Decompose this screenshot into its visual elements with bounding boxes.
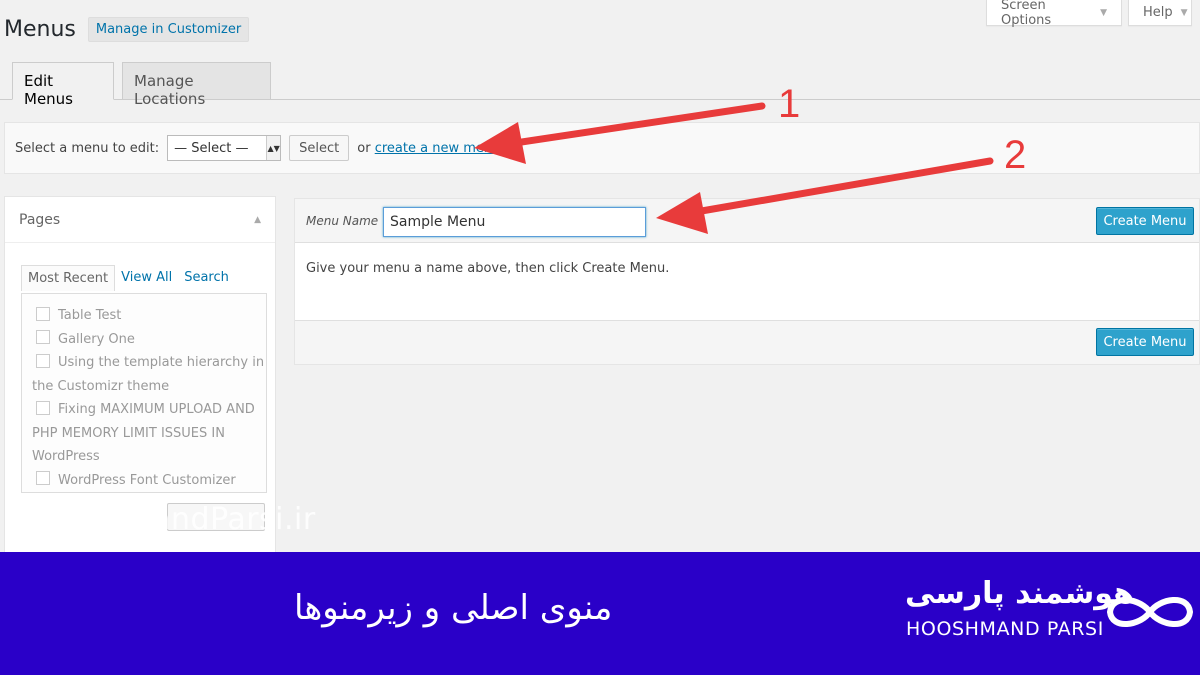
tab-manage-locations[interactable]: Manage Locations bbox=[122, 62, 271, 108]
subtab-view-all[interactable]: View All bbox=[115, 265, 178, 291]
page-item-label: the Customizr theme bbox=[32, 378, 170, 394]
checkbox[interactable] bbox=[36, 400, 50, 415]
infinity-logo-icon bbox=[1107, 597, 1193, 627]
pages-list-panel: Table Test Gallery One Using the templat… bbox=[21, 293, 267, 493]
menu-name-input[interactable] bbox=[383, 207, 646, 237]
subtab-search[interactable]: Search bbox=[178, 265, 235, 291]
list-item-continuation: PHP MEMORY LIMIT ISSUES IN bbox=[32, 422, 266, 446]
page-item-label: Using the template hierarchy in bbox=[58, 355, 265, 370]
menu-edit-header: Menu Name Create Menu bbox=[295, 199, 1199, 243]
page-title: Menus bbox=[4, 17, 76, 42]
create-menu-button-bottom[interactable]: Create Menu bbox=[1096, 328, 1194, 356]
checkbox[interactable] bbox=[36, 330, 50, 344]
annotation-number-1: 1 bbox=[778, 82, 801, 126]
brand-name-persian: هوشمند پارسی bbox=[905, 576, 1134, 611]
page-item-label: Gallery One bbox=[58, 331, 135, 347]
menu-select-value: — Select — bbox=[174, 140, 249, 156]
add-to-menu-button[interactable] bbox=[167, 503, 265, 531]
page-heading: Menus Manage in Customizer bbox=[4, 17, 250, 42]
manage-in-customizer-button[interactable]: Manage in Customizer bbox=[87, 17, 250, 42]
or-label: or bbox=[357, 140, 371, 156]
list-item[interactable]: Using the template hierarchy in bbox=[32, 351, 266, 375]
page-item-label: Fixing MAXIMUM UPLOAD AND bbox=[58, 402, 255, 417]
banner-title: منوی اصلی و زیرمنوها bbox=[294, 588, 613, 628]
pages-metabox: Pages ▲ Most Recent View All Search Tabl… bbox=[4, 196, 276, 552]
menu-select-dropdown[interactable]: — Select — ▲▼ bbox=[167, 135, 282, 161]
caret-down-icon: ▼ bbox=[1180, 7, 1188, 18]
checkbox[interactable] bbox=[36, 471, 50, 485]
menu-name-label: Menu Name bbox=[306, 214, 379, 228]
pages-title: Pages bbox=[19, 211, 61, 228]
list-item[interactable]: Table Test bbox=[32, 304, 266, 328]
create-menu-button-top[interactable]: Create Menu bbox=[1096, 207, 1194, 235]
pages-subtabs: Most Recent View All Search bbox=[21, 265, 235, 291]
screen-options-label: Screen Options bbox=[1001, 0, 1052, 28]
checkbox[interactable] bbox=[36, 306, 50, 321]
page-item-label: PHP MEMORY LIMIT ISSUES IN bbox=[32, 425, 225, 441]
checkbox[interactable] bbox=[36, 353, 50, 368]
menu-edit-panel: Menu Name Create Menu Give your menu a n… bbox=[294, 198, 1200, 365]
list-item-continuation: the Customizr theme bbox=[32, 375, 266, 399]
pages-metabox-header[interactable]: Pages ▲ bbox=[5, 197, 275, 243]
annotation-number-2: 2 bbox=[1004, 133, 1027, 177]
subtab-most-recent[interactable]: Most Recent bbox=[21, 265, 116, 291]
page-item-label: Table Test bbox=[58, 308, 122, 323]
page-item-label: WordPress bbox=[32, 449, 100, 464]
list-item[interactable]: Fixing MAXIMUM UPLOAD AND bbox=[32, 398, 266, 422]
or-text: or create a new menu. bbox=[357, 141, 504, 156]
help-button[interactable]: Help ▼ bbox=[1128, 0, 1192, 26]
brand-name-english: HOOSHMAND PARSI bbox=[906, 618, 1104, 640]
list-item-continuation: WordPress bbox=[32, 445, 266, 469]
help-label: Help bbox=[1143, 5, 1173, 20]
select-menu-label: Select a menu to edit: bbox=[15, 140, 160, 156]
nav-tab-wrapper: Edit Menus Manage Locations bbox=[0, 62, 1200, 108]
menu-instructions: Give your menu a name above, then click … bbox=[306, 261, 670, 276]
dropdown-arrow-icon: ▲▼ bbox=[266, 136, 281, 160]
create-new-menu-link[interactable]: create a new menu bbox=[375, 141, 501, 156]
caret-down-icon: ▼ bbox=[1100, 7, 1107, 18]
list-item[interactable]: Gallery One bbox=[32, 328, 266, 352]
list-item[interactable]: WordPress Font Customizer bbox=[32, 469, 266, 493]
collapse-arrow-icon[interactable]: ▲ bbox=[254, 215, 261, 225]
tab-edit-menus[interactable]: Edit Menus bbox=[12, 62, 114, 108]
screen-options-button[interactable]: Screen Options ▼ bbox=[986, 0, 1122, 28]
page-item-label: WordPress Font Customizer bbox=[58, 472, 236, 488]
wordpress-admin-screen: Screen Options ▼ Help ▼ Menus Manage in … bbox=[0, 0, 1200, 552]
select-button[interactable]: Select bbox=[289, 135, 350, 161]
menu-edit-footer: Create Menu bbox=[295, 320, 1199, 364]
period-text: . bbox=[500, 140, 505, 156]
